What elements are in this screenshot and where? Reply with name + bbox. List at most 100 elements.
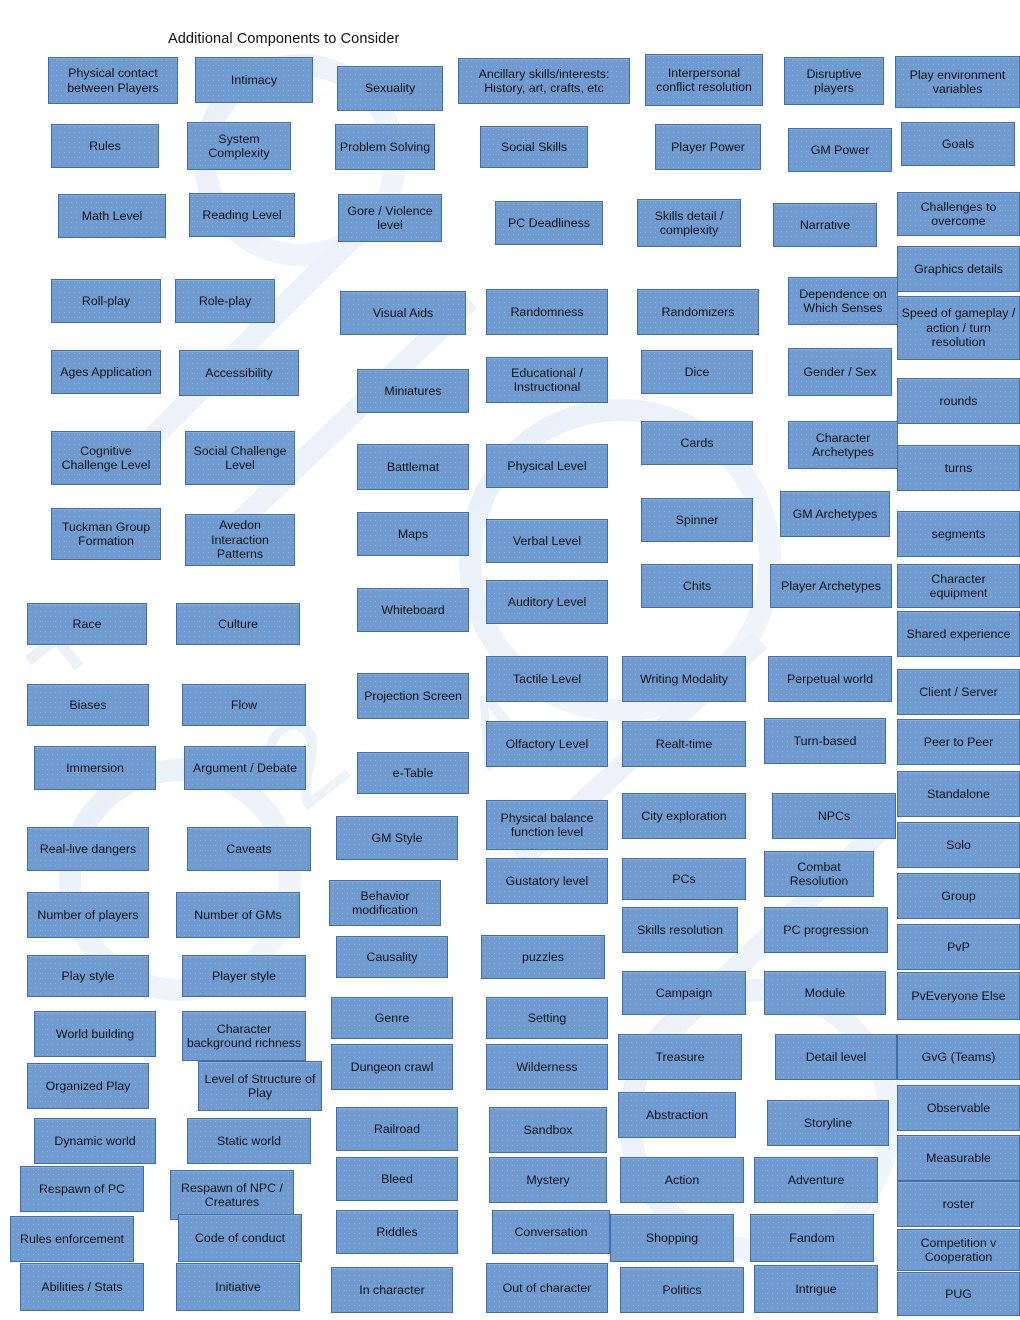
component-box[interactable]: World building xyxy=(34,1011,156,1057)
component-box[interactable]: Biases xyxy=(27,684,149,726)
component-box[interactable]: Problem Solving xyxy=(335,124,435,170)
component-box[interactable]: Interpersonal conflict resolution xyxy=(645,54,763,106)
component-box[interactable]: Projection Screen xyxy=(357,673,469,719)
component-box[interactable]: Number of GMs xyxy=(176,892,300,938)
component-box[interactable]: Measurable xyxy=(897,1135,1020,1181)
component-box[interactable]: Static world xyxy=(187,1118,311,1164)
component-box[interactable]: Miniatures xyxy=(357,369,469,413)
component-box[interactable]: Turn-based xyxy=(764,718,886,764)
component-box[interactable]: Mystery xyxy=(489,1157,607,1203)
component-box[interactable]: Race xyxy=(27,603,147,645)
component-box[interactable]: Rules xyxy=(51,124,159,168)
component-box[interactable]: Chits xyxy=(641,564,753,608)
component-box[interactable]: Abilities / Stats xyxy=(20,1263,144,1311)
component-box[interactable]: Riddles xyxy=(336,1210,458,1254)
component-box[interactable]: Argument / Debate xyxy=(184,746,306,790)
component-box[interactable]: Politics xyxy=(620,1267,744,1313)
component-box[interactable]: Disruptive players xyxy=(784,57,884,105)
component-box[interactable]: Reading Level xyxy=(189,193,295,237)
component-box[interactable]: PCs xyxy=(622,858,746,900)
component-box[interactable]: Shared experience xyxy=(897,611,1020,657)
component-box[interactable]: Solo xyxy=(897,822,1020,868)
component-box[interactable]: Dependence on Which Senses xyxy=(788,277,898,325)
component-box[interactable]: PC progression xyxy=(764,907,888,953)
component-box[interactable]: Detail level xyxy=(775,1034,897,1080)
component-box[interactable]: Gore / Violence level xyxy=(338,194,442,242)
component-box[interactable]: Fandom xyxy=(750,1214,874,1262)
component-box[interactable]: Ages Application xyxy=(51,350,161,394)
component-box[interactable]: turns xyxy=(897,445,1020,491)
component-box[interactable]: PvEveryone Else xyxy=(897,972,1020,1020)
component-box[interactable]: Physical balance function level xyxy=(486,800,608,850)
component-box[interactable]: Caveats xyxy=(187,827,311,871)
component-box[interactable]: Cognitive Challenge Level xyxy=(51,431,161,485)
component-box[interactable]: Sandbox xyxy=(489,1107,607,1153)
component-box[interactable]: Character background richness xyxy=(182,1011,306,1061)
component-box[interactable]: Module xyxy=(764,971,886,1015)
component-box[interactable]: Code of conduct xyxy=(178,1214,302,1262)
component-box[interactable]: Standalone xyxy=(897,771,1020,817)
component-box[interactable]: Respawn of NPC / Creatures xyxy=(170,1170,294,1220)
component-box[interactable]: Adventure xyxy=(754,1157,878,1203)
component-box[interactable]: Role-play xyxy=(175,279,275,323)
component-box[interactable]: Realt-time xyxy=(622,721,746,767)
component-box[interactable]: Avedon Interaction Patterns xyxy=(185,514,295,566)
component-box[interactable]: Gustatory level xyxy=(486,858,608,904)
component-box[interactable]: Level of Structure of Play xyxy=(198,1061,322,1111)
component-box[interactable]: Dungeon crawl xyxy=(331,1044,453,1090)
component-box[interactable]: Competition v Cooperation xyxy=(897,1229,1020,1271)
component-box[interactable]: Intrigue xyxy=(754,1265,878,1313)
component-box[interactable]: PvP xyxy=(897,924,1020,970)
component-box[interactable]: Gender / Sex xyxy=(788,348,892,396)
component-box[interactable]: Randomness xyxy=(486,289,608,335)
component-box[interactable]: Genre xyxy=(331,997,453,1039)
component-box[interactable]: Abstraction xyxy=(618,1092,736,1138)
component-box[interactable]: Action xyxy=(620,1157,744,1203)
component-box[interactable]: Character equipment xyxy=(897,564,1020,608)
component-box[interactable]: e-Table xyxy=(357,752,469,794)
component-box[interactable]: Skills resolution xyxy=(622,907,738,953)
component-box[interactable]: Player Archetypes xyxy=(770,564,892,608)
component-box[interactable]: Shopping xyxy=(610,1214,734,1262)
component-box[interactable]: Peer to Peer xyxy=(897,719,1020,765)
component-box[interactable]: Skills detail / complexity xyxy=(637,199,741,247)
component-box[interactable]: Flow xyxy=(182,684,306,726)
component-box[interactable]: Immersion xyxy=(34,746,156,790)
component-box[interactable]: Group xyxy=(897,873,1020,919)
component-box[interactable]: PC Deadliness xyxy=(495,201,603,245)
component-box[interactable]: rounds xyxy=(897,378,1020,424)
component-box[interactable]: Setting xyxy=(486,997,608,1039)
component-box[interactable]: Battlemat xyxy=(357,444,469,490)
component-box[interactable]: Physical contact between Players xyxy=(48,57,178,104)
component-box[interactable]: Roll-play xyxy=(51,279,161,323)
component-box[interactable]: Challenges to overcome xyxy=(897,192,1020,236)
component-box[interactable]: GM Archetypes xyxy=(780,491,890,537)
component-box[interactable]: Social Challenge Level xyxy=(185,431,295,485)
component-box[interactable]: Math Level xyxy=(58,194,166,238)
component-box[interactable]: Storyline xyxy=(767,1100,889,1146)
component-box[interactable]: roster xyxy=(897,1181,1020,1227)
component-box[interactable]: Culture xyxy=(176,603,300,645)
component-box[interactable]: Visual Aids xyxy=(340,291,466,335)
component-box[interactable]: Auditory Level xyxy=(486,580,608,624)
component-box[interactable]: NPCs xyxy=(772,793,896,839)
component-box[interactable]: Educational / Instructional xyxy=(486,357,608,403)
component-box[interactable]: Client / Server xyxy=(897,669,1020,715)
component-box[interactable]: Play environment variables xyxy=(895,56,1020,108)
component-box[interactable]: Bleed xyxy=(336,1157,458,1201)
component-box[interactable]: Whiteboard xyxy=(357,588,469,632)
component-box[interactable]: Initiative xyxy=(176,1263,300,1311)
component-box[interactable]: Dynamic world xyxy=(34,1118,156,1164)
component-box[interactable]: Out of character xyxy=(486,1263,608,1313)
component-box[interactable]: Tactile Level xyxy=(486,656,608,702)
component-box[interactable]: Number of players xyxy=(27,892,149,938)
component-box[interactable]: Campaign xyxy=(622,971,746,1015)
component-box[interactable]: Causality xyxy=(336,936,448,978)
component-box[interactable]: Randomizers xyxy=(637,289,759,335)
component-box[interactable]: System Complexity xyxy=(187,122,291,170)
component-box[interactable]: Graphics details xyxy=(897,246,1020,292)
component-box[interactable]: Treasure xyxy=(618,1034,742,1080)
component-box[interactable]: Goals xyxy=(901,122,1015,166)
component-box[interactable]: puzzles xyxy=(481,935,605,979)
component-box[interactable]: Accessibility xyxy=(179,350,299,396)
